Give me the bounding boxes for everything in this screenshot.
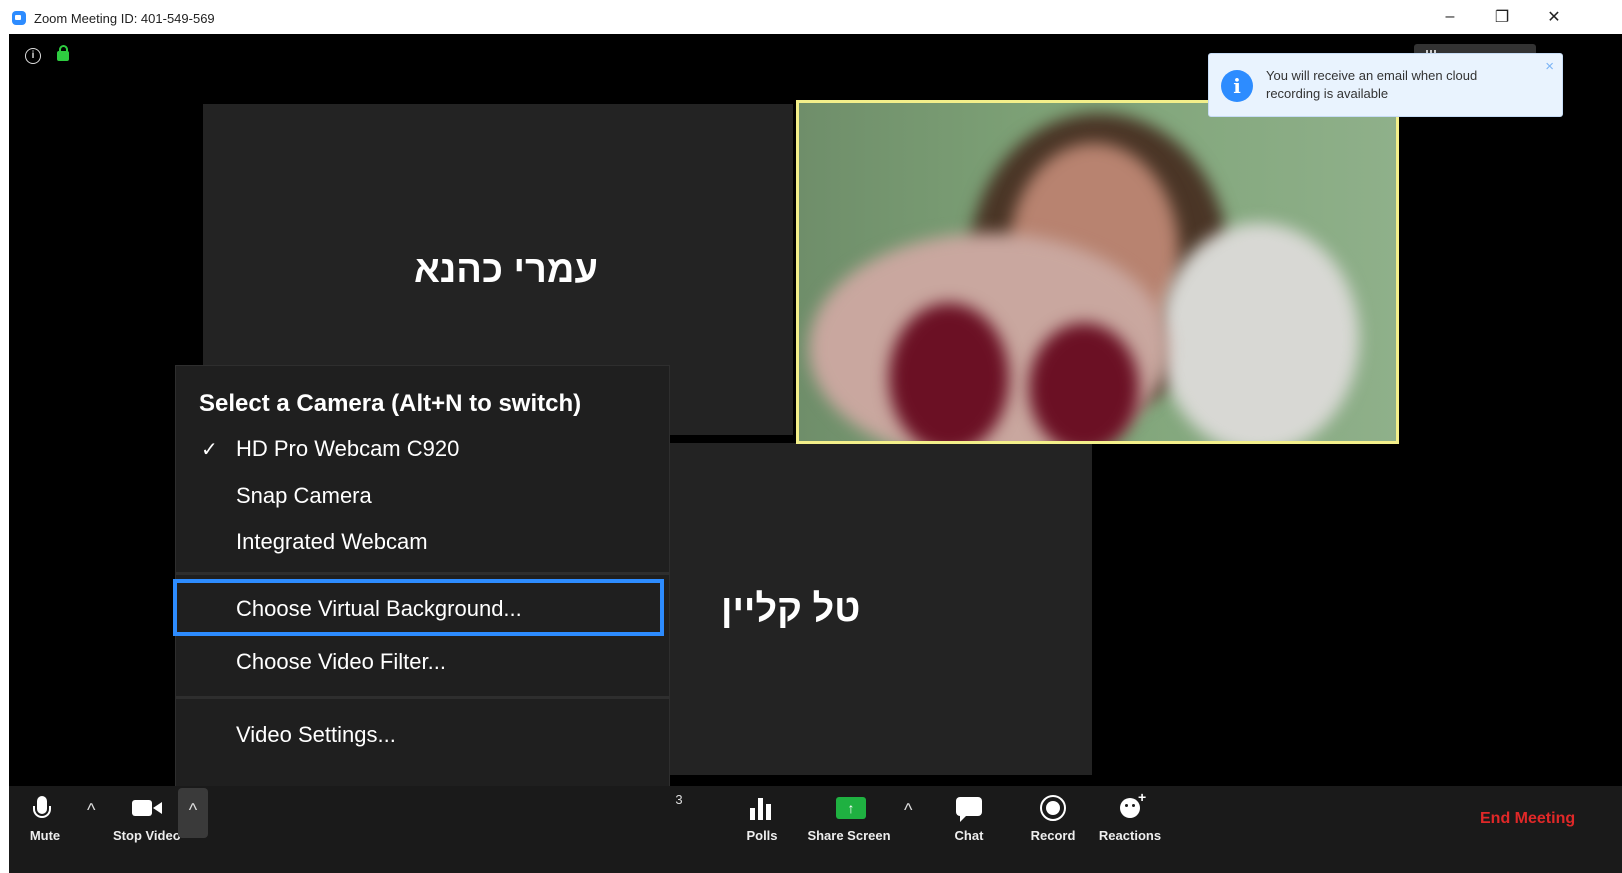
participant-tile-2: טל קליין <box>668 443 1092 775</box>
meeting-toolbar: Mute ^ Stop Video ^ 3 Polls ↑ Share Scre… <box>9 786 1622 873</box>
polls-icon <box>750 798 774 820</box>
menu-divider <box>176 696 669 699</box>
menu-divider <box>176 572 669 575</box>
mute-button[interactable]: Mute <box>9 786 81 873</box>
mute-label: Mute <box>29 828 61 843</box>
minimize-button[interactable]: – <box>1430 5 1470 29</box>
meeting-area: i עמרי כהנא טל קליין i You will receive … <box>9 34 1622 873</box>
close-button[interactable]: ✕ <box>1534 5 1574 29</box>
menu-item-label: HD Pro Webcam C920 <box>236 436 460 461</box>
video-options-chevron-up-icon[interactable]: ^ <box>178 788 208 838</box>
menu-item-label: Integrated Webcam <box>236 529 428 554</box>
chat-bubble-icon <box>956 797 982 822</box>
video-camera-icon <box>132 800 162 816</box>
share-screen-button[interactable]: ↑ Share Screen <box>804 786 894 873</box>
menu-item-video-settings[interactable]: Video Settings... <box>176 714 669 758</box>
chat-label: Chat <box>954 828 984 843</box>
menu-item-label: Choose Video Filter... <box>236 649 446 674</box>
menu-item-snap-camera[interactable]: Snap Camera <box>176 475 669 519</box>
zoom-logo-icon <box>12 11 26 25</box>
share-screen-label: Share Screen <box>807 828 891 843</box>
meeting-info-icon[interactable]: i <box>25 48 41 64</box>
notification-text: You will receive an email when cloud rec… <box>1266 68 1478 101</box>
share-screen-arrow-icon: ↑ <box>836 797 866 819</box>
title-bar: Zoom Meeting ID: 401-549-569 – ❐ ✕ <box>0 0 1622 34</box>
participants-count-badge: 3 <box>675 792 683 807</box>
audio-options-chevron-up-icon[interactable]: ^ <box>87 800 95 821</box>
record-label: Record <box>1030 828 1076 843</box>
menu-item-label: Snap Camera <box>236 483 372 508</box>
active-speaker-video <box>796 100 1399 444</box>
stop-video-label: Stop Video <box>113 828 181 843</box>
participant-name: עמרי כהנא <box>413 249 598 291</box>
reactions-button[interactable]: Reactions <box>1095 786 1165 873</box>
reactions-label: Reactions <box>1098 828 1162 843</box>
record-button[interactable]: Record <box>1019 786 1087 873</box>
share-options-chevron-up-icon[interactable]: ^ <box>904 800 912 821</box>
menu-item-integrated-webcam[interactable]: Integrated Webcam <box>176 521 669 565</box>
menu-item-virtual-background[interactable]: Choose Virtual Background... <box>173 579 664 636</box>
close-icon[interactable]: × <box>1545 58 1554 75</box>
stop-video-button[interactable]: Stop Video <box>107 786 185 873</box>
menu-item-video-filter[interactable]: Choose Video Filter... <box>176 641 669 685</box>
menu-item-label: Choose Virtual Background... <box>236 596 522 621</box>
chat-button[interactable]: Chat <box>939 786 999 873</box>
camera-menu-header: Select a Camera (Alt+N to switch) <box>199 390 582 417</box>
polls-label: Polls <box>746 828 778 843</box>
info-icon: i <box>1221 70 1253 102</box>
cloud-recording-notification: i You will receive an email when cloud r… <box>1208 53 1563 117</box>
microphone-icon <box>33 796 51 818</box>
polls-button[interactable]: Polls <box>734 786 790 873</box>
menu-item-label: Video Settings... <box>236 722 396 747</box>
emoji-reaction-icon <box>1120 789 1146 818</box>
restore-button[interactable]: ❐ <box>1482 5 1522 29</box>
participant-name: טל קליין <box>721 588 861 630</box>
camera-menu: Select a Camera (Alt+N to switch) ✓ HD P… <box>173 365 670 815</box>
checkmark-icon: ✓ <box>201 439 218 461</box>
menu-item-hd-pro-webcam[interactable]: ✓ HD Pro Webcam C920 <box>176 428 669 472</box>
record-icon <box>1040 795 1066 821</box>
window-title: Zoom Meeting ID: 401-549-569 <box>34 11 215 26</box>
end-meeting-button[interactable]: End Meeting <box>1480 810 1575 828</box>
encryption-lock-icon[interactable] <box>57 45 69 61</box>
